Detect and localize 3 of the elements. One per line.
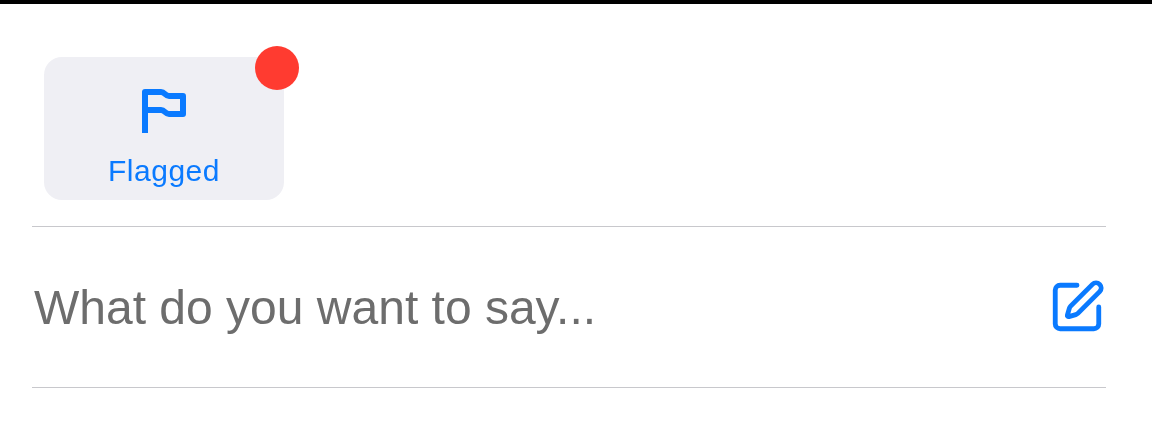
flagged-filter[interactable]: Flagged [44,57,284,200]
filter-label: Flagged [108,154,220,188]
flag-icon [139,86,189,136]
